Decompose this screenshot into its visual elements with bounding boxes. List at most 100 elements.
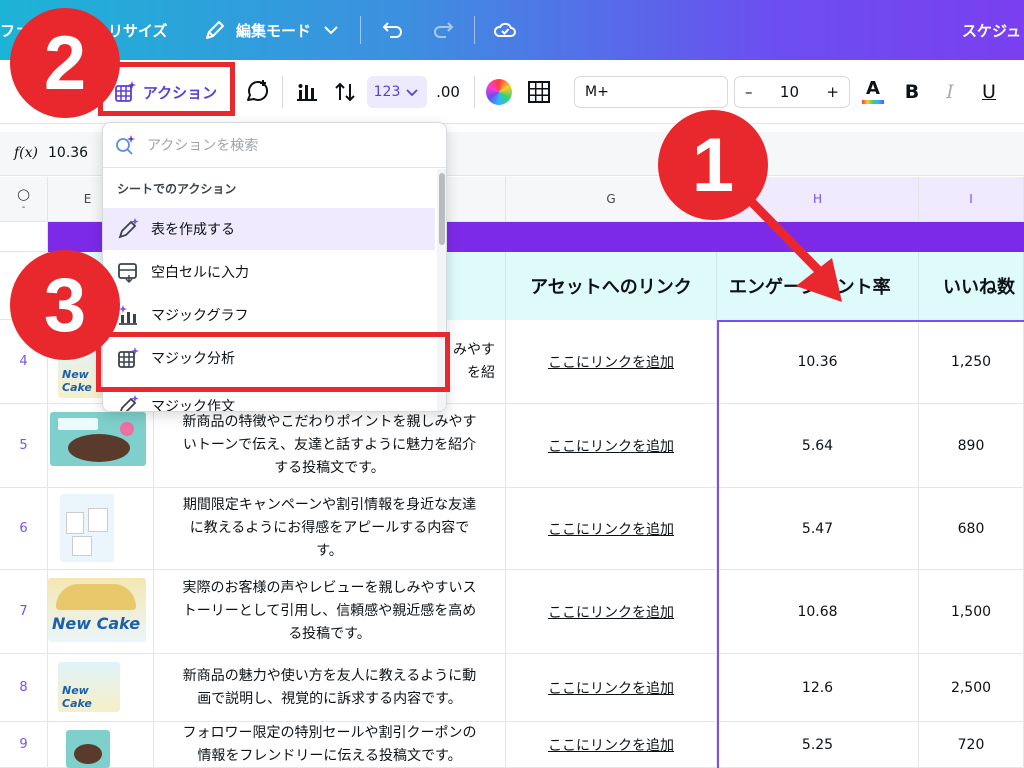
thumbnail-row-8[interactable]: New Cake xyxy=(58,662,120,712)
menu-item-create-table[interactable]: 表を作成する xyxy=(103,208,435,250)
description-cell[interactable]: 期間限定キャンペーンや割引情報を身近な友達 に教えるようにお得感をアピールする内… xyxy=(154,488,506,570)
magic-search-icon xyxy=(116,135,135,155)
likes-cell[interactable]: 720 xyxy=(919,722,1024,768)
resize-button[interactable]: リサイズ xyxy=(108,20,168,41)
menu-item-fill-blank[interactable]: 空白セルに入力 xyxy=(103,251,435,293)
comment-add-icon[interactable] xyxy=(242,76,272,108)
engagement-cell[interactable]: 10.68 xyxy=(717,570,919,654)
fx-label: f(x) xyxy=(14,145,39,161)
top-bar: ファ リサイズ 編集モード スケジュ xyxy=(0,0,1024,60)
redo-icon[interactable] xyxy=(430,17,456,43)
cloud-check-icon[interactable] xyxy=(492,17,518,43)
select-all-corner[interactable]: ○ - xyxy=(0,177,48,222)
highlight-box-analysis xyxy=(96,332,450,392)
likes-cell[interactable]: 680 xyxy=(919,488,1024,570)
column-header-i[interactable]: I xyxy=(919,177,1024,222)
text-color-swatch xyxy=(862,100,884,104)
likes-cell[interactable]: 1,500 xyxy=(919,570,1024,654)
add-link[interactable]: ここにリンクを追加 xyxy=(548,352,674,372)
chart-icon[interactable] xyxy=(292,76,322,108)
fill-cells-icon xyxy=(118,263,137,284)
magic-write-icon xyxy=(120,395,139,411)
description-cell[interactable]: フォロワー限定の特別セールや割引クーポンの 情報をフレンドリーに伝える投稿文です… xyxy=(154,722,506,768)
row-number[interactable]: 7 xyxy=(0,570,48,654)
annotation-badge-2: 2 xyxy=(10,8,120,118)
engagement-cell[interactable]: 5.25 xyxy=(717,722,919,768)
bold-button[interactable]: B xyxy=(898,76,926,108)
undo-icon[interactable] xyxy=(380,17,406,43)
link-cell: ここにリンクを追加 xyxy=(506,320,717,404)
font-size-value[interactable]: 10 xyxy=(780,83,799,101)
link-cell: ここにリンクを追加 xyxy=(506,404,717,488)
selection-border xyxy=(717,320,719,768)
link-cell: ここにリンクを追加 xyxy=(506,722,717,768)
thumbnail-row-7[interactable]: New Cake xyxy=(48,578,146,642)
thumbnail-row-5[interactable] xyxy=(50,412,146,466)
number-format-dropdown[interactable]: 123 xyxy=(367,76,427,108)
description-cell[interactable]: 実際のお客様の声やレビューを親しみやすいス トーリーとして引用し、信頼感や親近感… xyxy=(154,570,506,654)
divider xyxy=(103,167,446,168)
sort-icon[interactable] xyxy=(330,76,360,108)
likes-cell[interactable]: 890 xyxy=(919,404,1024,488)
menu-item-label: 空白セルに入力 xyxy=(151,265,249,281)
add-link[interactable]: ここにリンクを追加 xyxy=(548,602,674,622)
text-color-button[interactable]: A xyxy=(858,76,888,108)
menu-item-magic-chart[interactable]: マジックグラフ xyxy=(103,294,435,336)
underline-button[interactable]: U xyxy=(975,76,1003,108)
link-cell: ここにリンクを追加 xyxy=(506,570,717,654)
chevron-down-icon[interactable] xyxy=(318,17,344,43)
scrollbar-thumb[interactable] xyxy=(439,173,445,245)
divider xyxy=(474,76,475,108)
thumbnail-row-9[interactable] xyxy=(66,730,110,768)
thumb-text: New Cake xyxy=(52,614,141,633)
text-color-icon: A xyxy=(866,78,880,99)
font-name: M+ xyxy=(585,84,609,100)
thumb-text: New Cake xyxy=(62,684,92,710)
thumbnail-row-6[interactable] xyxy=(60,494,114,562)
section-label: シートでのアクション xyxy=(117,182,237,196)
increase-font-size-button[interactable]: + xyxy=(826,83,839,101)
row-number[interactable]: 8 xyxy=(0,654,48,722)
italic-button[interactable]: I xyxy=(936,76,964,108)
divider xyxy=(282,76,283,108)
annotation-badge-1: 1 xyxy=(658,110,768,220)
font-family-dropdown[interactable]: M+ xyxy=(574,76,728,108)
link-cell: ここにリンクを追加 xyxy=(506,654,717,722)
menu-item-label: マジックグラフ xyxy=(151,308,249,324)
font-size-stepper: – 10 + xyxy=(734,76,850,108)
corner-glyph: ○ xyxy=(16,185,31,203)
add-link[interactable]: ここにリンクを追加 xyxy=(548,519,674,539)
description-cell[interactable]: 新商品の魅力や使い方を友人に教えるように動 画で説明し、視覚的に訴求する内容です… xyxy=(154,654,506,722)
add-link[interactable]: ここにリンクを追加 xyxy=(548,678,674,698)
divider xyxy=(360,16,361,44)
menu-item-label: 表を作成する xyxy=(151,222,235,238)
header-link[interactable]: アセットへのリンク xyxy=(506,252,717,320)
action-search[interactable]: アクションを検索 xyxy=(103,123,446,167)
row-number[interactable]: 9 xyxy=(0,722,48,768)
description-cell[interactable]: 新商品の特徴やこだわりポイントを親しみやす いトーンで伝え、友達と話すように魅力… xyxy=(154,404,506,488)
menu-item-label: マジック作文 xyxy=(151,399,235,412)
engagement-cell[interactable]: 5.64 xyxy=(717,404,919,488)
add-link[interactable]: ここにリンクを追加 xyxy=(548,436,674,456)
annotation-badge-3: 3 xyxy=(10,250,120,360)
row-number[interactable] xyxy=(0,222,48,252)
row-number[interactable]: 5 xyxy=(0,404,48,488)
color-wheel-icon[interactable] xyxy=(484,76,514,108)
formula-input[interactable]: 10.36 xyxy=(48,145,88,161)
border-grid-icon[interactable] xyxy=(524,76,554,108)
chevron-down-icon xyxy=(406,89,418,97)
row-number[interactable]: 6 xyxy=(0,488,48,570)
decimal-button[interactable]: .00 xyxy=(432,76,464,108)
likes-cell[interactable]: 1,250 xyxy=(919,320,1024,404)
engagement-cell[interactable]: 12.6 xyxy=(717,654,919,722)
edit-mode-button[interactable]: 編集モード xyxy=(236,20,311,41)
decrease-font-size-button[interactable]: – xyxy=(745,83,753,101)
likes-cell[interactable]: 2,500 xyxy=(919,654,1024,722)
action-search-placeholder: アクションを検索 xyxy=(147,138,259,154)
engagement-cell[interactable]: 10.36 xyxy=(717,320,919,404)
engagement-cell[interactable]: 5.47 xyxy=(717,488,919,570)
header-likes[interactable]: いいね数 xyxy=(919,252,1024,320)
add-link[interactable]: ここにリンクを追加 xyxy=(548,735,674,755)
schedule-button[interactable]: スケジュ xyxy=(962,20,1021,41)
link-cell: ここにリンクを追加 xyxy=(506,488,717,570)
